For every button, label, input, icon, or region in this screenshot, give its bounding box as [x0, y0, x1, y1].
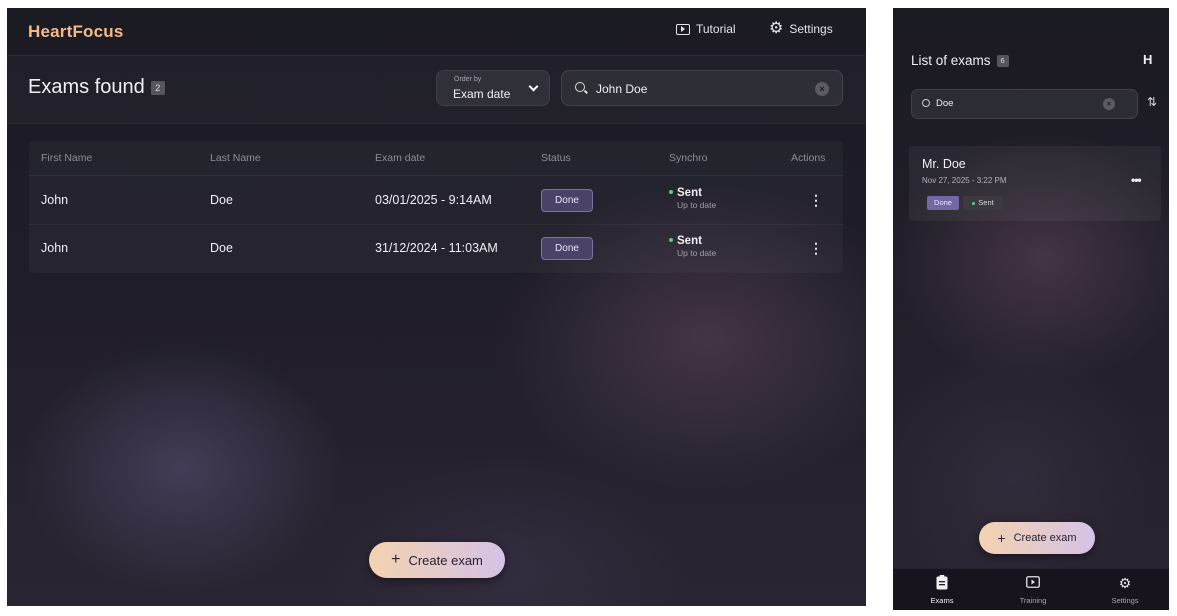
create-exam-label: Create exam: [408, 552, 483, 568]
sent-dot-icon: [669, 190, 673, 194]
cell-first-name: John: [41, 241, 69, 255]
cell-exam-date: 03/01/2025 - 9:14AM: [375, 193, 492, 207]
gear-icon: ⚙: [1118, 575, 1132, 591]
order-by-value: Exam date: [453, 87, 511, 101]
mobile-search-value: Doe: [936, 98, 954, 109]
table-row[interactable]: John Doe 31/12/2024 - 11:03AM Done Sent …: [29, 226, 843, 274]
synchro-sub: Up to date: [677, 248, 717, 258]
search-value: John Doe: [596, 82, 648, 96]
row-actions-menu-icon[interactable]: ⋮: [809, 240, 823, 257]
clear-search-icon[interactable]: ×: [815, 82, 829, 96]
synchro-status: Sent Up to date: [669, 235, 716, 258]
row-actions-menu-icon[interactable]: ⋮: [809, 192, 823, 209]
page-title-text: Exams found: [28, 76, 145, 98]
synchro-status: Sent Up to date: [669, 187, 716, 210]
status-badge: Done: [927, 196, 959, 210]
column-synchro[interactable]: Synchro: [669, 152, 708, 164]
settings-button[interactable]: ⚙ Settings: [769, 20, 833, 37]
exams-header: Exams found 2 Order by Exam date John Doe…: [7, 56, 866, 124]
nav-label-exams: Exams: [930, 596, 954, 605]
bottom-nav: Exams Training ⚙ Settings: [893, 568, 1169, 610]
nav-label-settings: Settings: [1111, 596, 1139, 605]
create-exam-label: Create exam: [1013, 532, 1077, 544]
search-input[interactable]: John Doe ×: [561, 70, 843, 106]
status-badge: Done: [541, 189, 593, 212]
exam-card-name: Mr. Doe: [922, 157, 966, 171]
cell-last-name: Doe: [210, 241, 233, 255]
mobile-search-input[interactable]: Doe ×: [911, 89, 1138, 119]
mobile-app-window: List of exams 6 H Doe × ⇅ Mr. Doe Nov 27,…: [893, 8, 1169, 610]
sort-icon[interactable]: ⇅: [1147, 95, 1157, 109]
mobile-page-title: List of exams 6: [911, 53, 1009, 68]
nav-item-settings[interactable]: ⚙ Settings: [1095, 575, 1155, 605]
play-icon: [676, 23, 690, 35]
create-exam-button[interactable]: + Create exam: [369, 542, 505, 578]
plus-icon: +: [997, 530, 1006, 546]
nav-label-training: Training: [1019, 596, 1047, 605]
clear-search-icon[interactable]: ×: [1103, 98, 1115, 110]
synchro-badge: Sent: [963, 196, 1003, 210]
tutorial-button[interactable]: Tutorial: [676, 22, 736, 36]
chevron-down-icon: [528, 81, 539, 92]
page-title: Exams found 2: [28, 76, 165, 99]
column-last-name[interactable]: Last Name: [210, 152, 261, 164]
play-icon: [1003, 575, 1063, 591]
search-icon: [922, 99, 930, 107]
tutorial-label: Tutorial: [696, 22, 736, 36]
desktop-app-window: HeartFocus Tutorial ⚙ Settings Exams fou…: [7, 8, 866, 606]
top-bar: HeartFocus Tutorial ⚙ Settings: [7, 8, 866, 56]
search-icon: [575, 82, 585, 92]
synchro-label: Sent: [677, 235, 702, 247]
cell-exam-date: 31/12/2024 - 11:03AM: [375, 241, 498, 255]
status-badge: Done: [541, 237, 593, 260]
synchro-sub: Up to date: [677, 200, 717, 210]
app-brand: HeartFocus: [28, 22, 124, 41]
order-by-select[interactable]: Order by Exam date: [436, 70, 550, 106]
gear-icon: ⚙: [769, 20, 784, 37]
column-actions: Actions: [791, 152, 826, 164]
settings-label: Settings: [789, 22, 833, 36]
more-options-icon[interactable]: •••: [1131, 173, 1142, 187]
count-badge: 2: [150, 80, 165, 95]
nav-item-training[interactable]: Training: [1003, 575, 1063, 605]
synchro-label: Sent: [677, 187, 702, 199]
order-by-label: Order by: [454, 76, 482, 83]
exams-table: First Name Last Name Exam date Status Sy…: [29, 142, 843, 273]
column-status[interactable]: Status: [541, 152, 571, 164]
mobile-title-text: List of exams: [911, 53, 991, 68]
column-first-name[interactable]: First Name: [41, 152, 92, 164]
cell-first-name: John: [41, 193, 69, 207]
synchro-label: Sent: [978, 198, 994, 207]
cell-last-name: Doe: [210, 193, 233, 207]
app-logo-icon: H: [1143, 52, 1153, 67]
nav-item-exams[interactable]: Exams: [912, 575, 972, 605]
plus-icon: +: [391, 551, 401, 568]
sent-dot-icon: [972, 201, 976, 205]
column-exam-date[interactable]: Exam date: [375, 152, 425, 164]
mobile-create-exam-button[interactable]: + Create exam: [979, 522, 1095, 554]
sent-dot-icon: [669, 238, 673, 242]
table-header: First Name Last Name Exam date Status Sy…: [29, 142, 843, 176]
count-badge: 6: [996, 55, 1009, 68]
exam-card[interactable]: Mr. Doe Nov 27, 2025 - 3:22 PM ••• Done …: [909, 146, 1161, 221]
table-row[interactable]: John Doe 03/01/2025 - 9:14AM Done Sent U…: [29, 177, 843, 225]
clipboard-icon: [912, 575, 972, 591]
exam-card-date: Nov 27, 2025 - 3:22 PM: [922, 176, 1007, 185]
